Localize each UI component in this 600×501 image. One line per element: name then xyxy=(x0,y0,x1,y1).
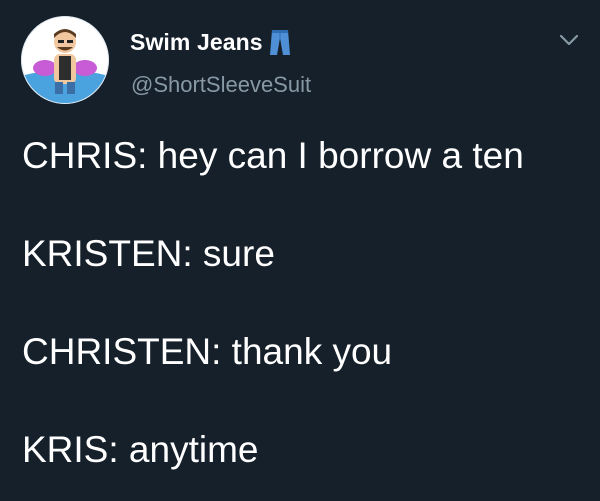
tweet-line-kristen: KRISTEN: sure xyxy=(22,233,275,274)
tweet-line-kris: KRIS: anytime xyxy=(22,429,259,470)
display-name[interactable]: Swim Jeans xyxy=(130,29,263,56)
jeans-emoji-icon xyxy=(269,28,291,56)
display-name-row[interactable]: Swim Jeans xyxy=(130,28,291,56)
avatar[interactable] xyxy=(21,16,109,104)
cartoon-man-avatar-icon xyxy=(21,16,109,104)
tweet-text: CHRIS: hey can I borrow a ten KRISTEN: s… xyxy=(22,134,582,472)
chevron-down-icon[interactable] xyxy=(556,30,582,50)
tweet-line-chris: CHRIS: hey can I borrow a ten xyxy=(22,135,524,176)
tweet-card: Swim Jeans @ShortSleeveSuit CHRIS: hey c… xyxy=(0,0,600,501)
tweet-line-christen: CHRISTEN: thank you xyxy=(22,331,393,372)
author-handle[interactable]: @ShortSleeveSuit xyxy=(131,72,311,98)
